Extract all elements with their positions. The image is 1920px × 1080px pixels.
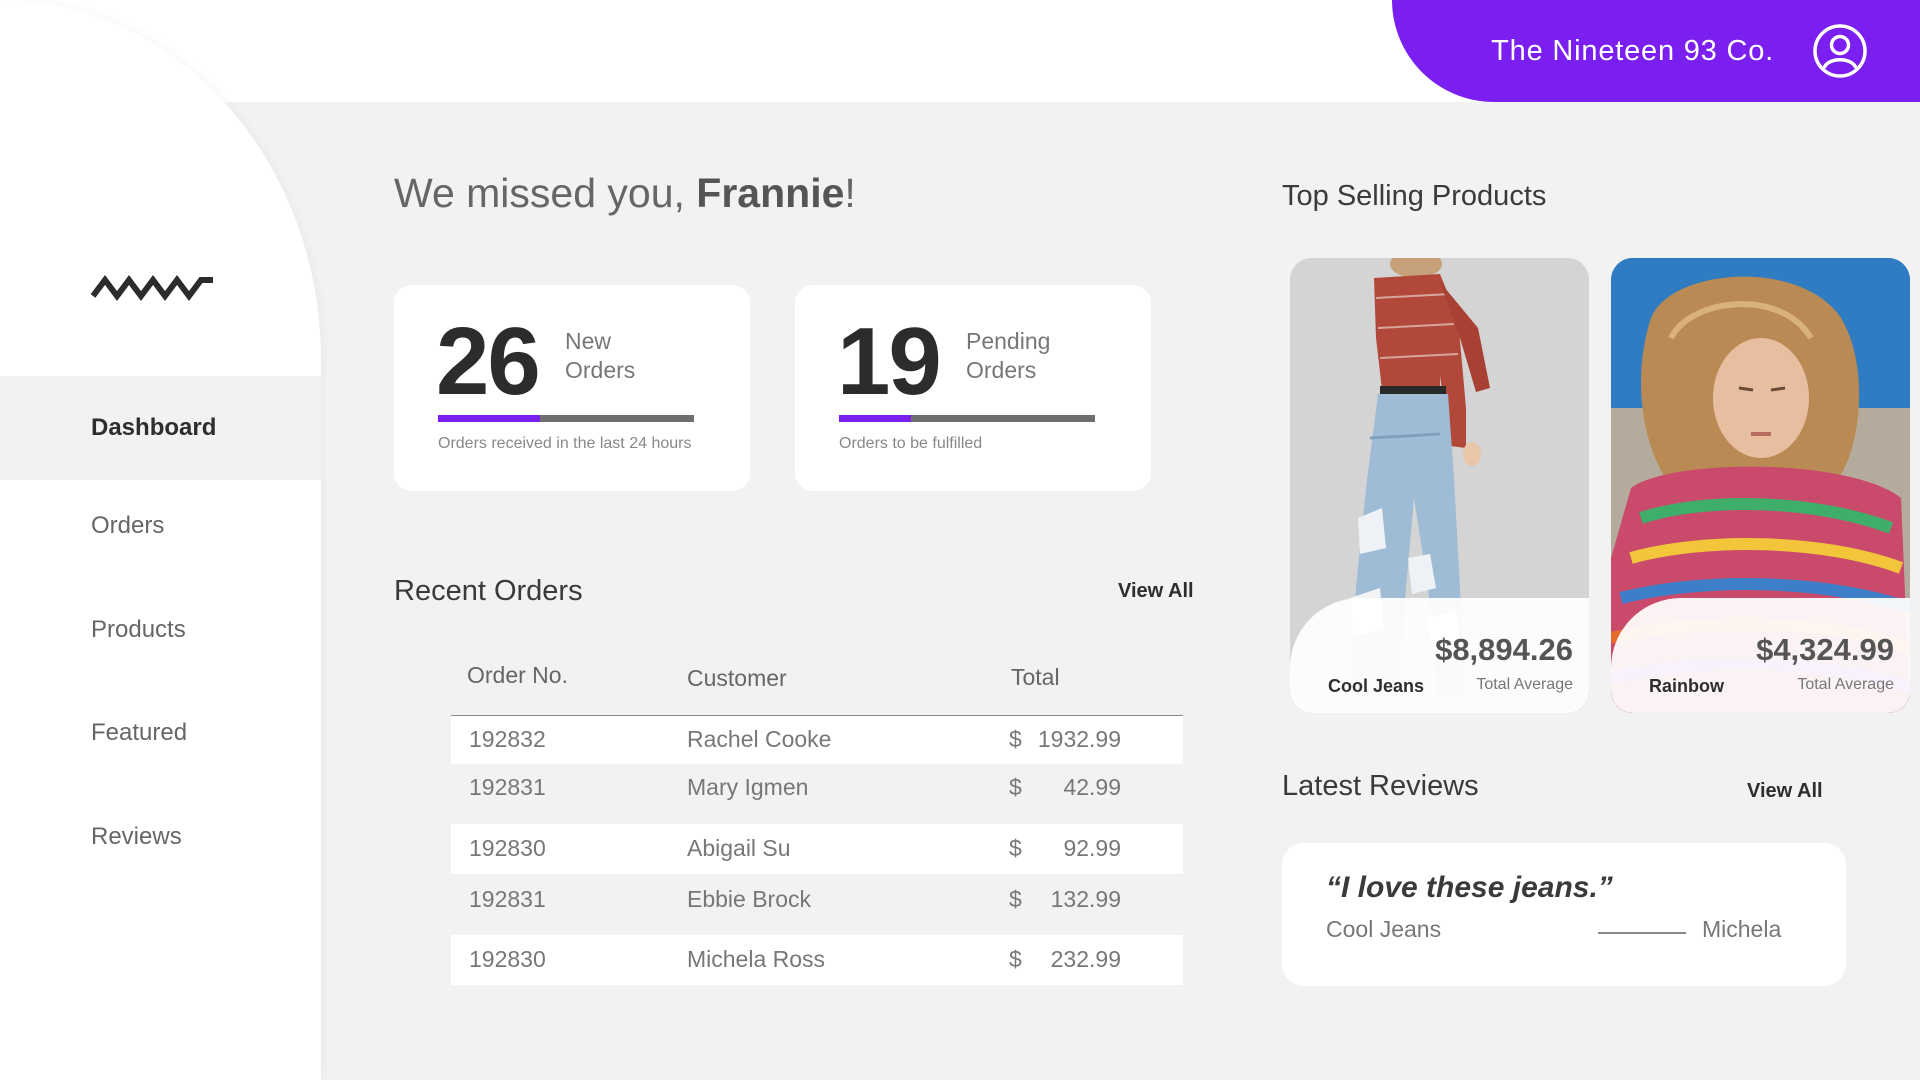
recent-orders-title: Recent Orders: [394, 575, 583, 607]
stat-progress-fill: [839, 415, 911, 422]
currency-symbol: $: [1009, 946, 1022, 972]
column-header-total[interactable]: Total: [1011, 664, 1060, 691]
sidebar: Dashboard Orders Products Featured Revie…: [0, 0, 321, 1080]
sidebar-item-dashboard[interactable]: Dashboard: [0, 376, 321, 480]
stat-card-new-orders[interactable]: 26 New Orders Orders received in the las…: [394, 285, 750, 491]
product-info: $4,324.99 Rainbow Total Average: [1611, 598, 1910, 713]
order-number: 192830: [469, 946, 546, 972]
review-author: Michela: [1702, 916, 1782, 942]
column-header-customer[interactable]: Customer: [687, 665, 787, 692]
sidebar-item-label: Dashboard: [91, 414, 217, 441]
review-card[interactable]: “I love these jeans.” Cool Jeans Michela: [1282, 843, 1846, 986]
greeting-suffix: !: [844, 170, 856, 216]
currency-symbol: $: [1009, 774, 1022, 800]
order-number: 192832: [469, 726, 546, 752]
review-product-name: Cool Jeans: [1326, 916, 1442, 942]
currency-symbol: $: [1009, 886, 1022, 912]
stat-progress-bar: [438, 415, 694, 422]
review-divider: [1598, 932, 1686, 934]
table-header: Order No. Customer Total: [451, 648, 1183, 716]
sidebar-item-label: Products: [91, 616, 186, 643]
customer-name: Abigail Su: [687, 835, 791, 861]
product-price-caption: Total Average: [1797, 676, 1894, 693]
customer-name: Mary Igmen: [687, 774, 809, 800]
order-total: $1932.99: [1009, 726, 1121, 753]
greeting-name: Frannie: [696, 170, 845, 216]
amount: 42.99: [1063, 774, 1121, 800]
product-name: Rainbow: [1649, 676, 1724, 696]
stat-caption: Orders received in the last 24 hours: [438, 435, 692, 452]
stat-caption: Orders to be fulfilled: [839, 435, 983, 452]
currency-symbol: $: [1009, 835, 1022, 861]
amount: 92.99: [1063, 835, 1121, 861]
order-total: $42.99: [1009, 774, 1121, 801]
sidebar-item-label: Featured: [91, 719, 188, 746]
stat-progress-fill: [438, 415, 541, 422]
product-price-caption: Total Average: [1476, 676, 1573, 693]
customer-name: Rachel Cooke: [687, 726, 832, 752]
top-selling-products-title: Top Selling Products: [1282, 180, 1547, 212]
sidebar-item-label: Reviews: [91, 823, 182, 850]
product-price: $4,324.99: [1756, 632, 1894, 667]
customer-name: Michela Ross: [687, 946, 826, 972]
product-card-cool-jeans[interactable]: $8,894.26 Cool Jeans Total Average: [1290, 258, 1589, 713]
stat-label: Pending Orders: [966, 328, 1051, 383]
customer-name: Ebbie Brock: [687, 886, 812, 912]
column-header-order-no[interactable]: Order No.: [467, 662, 568, 689]
table-row[interactable]: 192831 Ebbie Brock $132.99: [451, 874, 1183, 935]
stat-progress-bar: [839, 415, 1095, 422]
recent-orders-table: Order No. Customer Total 192832 Rachel C…: [451, 648, 1183, 985]
sidebar-item-products[interactable]: Products: [0, 578, 321, 682]
product-price: $8,894.26: [1435, 632, 1573, 667]
order-total: $92.99: [1009, 835, 1121, 862]
product-card-rainbow[interactable]: $4,324.99 Rainbow Total Average: [1611, 258, 1910, 713]
currency-symbol: $: [1009, 726, 1022, 752]
greeting-prefix: We missed you,: [394, 170, 697, 216]
brand-name: The Nineteen 93 Co.: [1491, 34, 1774, 67]
order-number: 192831: [469, 886, 546, 912]
product-name: Cool Jeans: [1328, 676, 1425, 696]
recent-orders-view-all-link[interactable]: View All: [1118, 580, 1194, 603]
latest-reviews-view-all-link[interactable]: View All: [1747, 780, 1823, 803]
stat-card-pending-orders[interactable]: 19 Pending Orders Orders to be fulfilled: [795, 285, 1151, 491]
table-row[interactable]: 192830 Michela Ross $232.99: [451, 935, 1183, 985]
table-row[interactable]: 192830 Abigail Su $92.99: [451, 824, 1183, 874]
brand-logo: [91, 275, 213, 301]
user-avatar-icon[interactable]: [1812, 23, 1868, 79]
amount: 232.99: [1050, 946, 1121, 972]
table-row[interactable]: 192831 Mary Igmen $42.99: [451, 764, 1183, 824]
sidebar-item-reviews[interactable]: Reviews: [0, 785, 321, 889]
order-number: 192830: [469, 835, 546, 861]
brand-header: The Nineteen 93 Co.: [1392, 0, 1920, 102]
review-quote: “I love these jeans.”: [1326, 871, 1613, 904]
sidebar-item-featured[interactable]: Featured: [0, 681, 321, 785]
amount: 1932.99: [1037, 726, 1121, 752]
order-total: $232.99: [1009, 946, 1121, 973]
stat-value: 19: [837, 308, 942, 415]
order-total: $132.99: [1009, 886, 1121, 913]
order-number: 192831: [469, 774, 546, 800]
latest-reviews-title: Latest Reviews: [1282, 770, 1479, 802]
sidebar-item-label: Orders: [91, 512, 165, 539]
amount: 132.99: [1050, 886, 1121, 912]
stat-label: New Orders: [565, 328, 636, 383]
table-row[interactable]: 192832 Rachel Cooke $1932.99: [451, 716, 1183, 764]
greeting: We missed you, Frannie!: [394, 170, 856, 217]
stat-value: 26: [436, 308, 541, 415]
sidebar-item-orders[interactable]: Orders: [0, 474, 321, 578]
product-info: $8,894.26 Cool Jeans Total Average: [1290, 598, 1589, 713]
